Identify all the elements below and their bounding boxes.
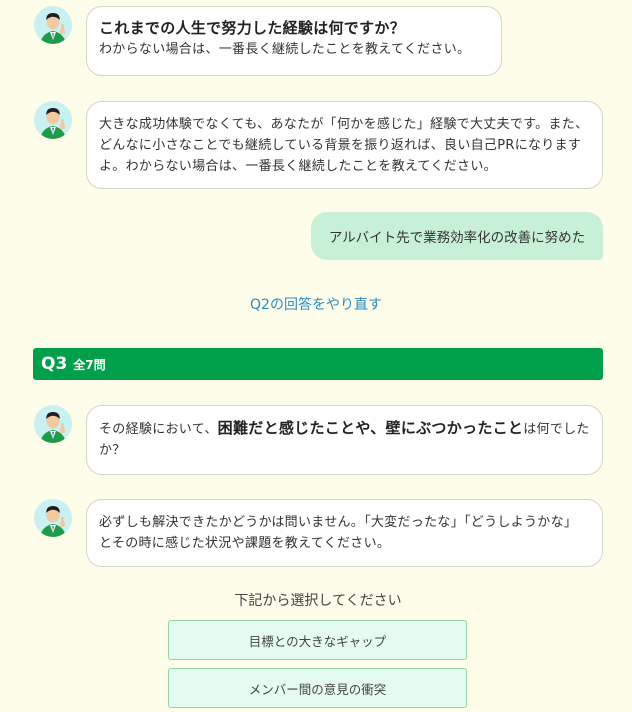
option-button[interactable]: 目標との大きなギャップ xyxy=(168,620,467,660)
select-prompt: 下記から選択してください xyxy=(234,593,402,609)
user-answer-text: アルバイト先で業務効率化の改善に努めた xyxy=(328,230,586,246)
question-text-pre: その経験において、 xyxy=(99,422,218,437)
advisor-avatar-icon xyxy=(34,101,72,139)
advisor-avatar-icon xyxy=(34,499,72,537)
question-text-emphasis: 困難だと感じたことや、壁にぶつかったこと xyxy=(217,419,524,437)
question-bubble-q3: その経験において、困難だと感じたことや、壁にぶつかったことは何でしたか？ xyxy=(86,405,603,475)
question-title-q2: これまでの人生で努力した経験は何ですか？ xyxy=(99,19,406,37)
question-bubble-q2: これまでの人生で努力した経験は何ですか？ わからない場合は、一番長く継続したこと… xyxy=(86,6,502,76)
option-button[interactable]: メンバー間の意見の衝突 xyxy=(168,668,467,708)
question-number: Q3 xyxy=(41,354,68,374)
question-total-count: 全7問 xyxy=(73,357,106,372)
advisor-avatar-icon xyxy=(34,6,72,44)
advisor-avatar-icon xyxy=(34,405,72,443)
hint-bubble-q2: 大きな成功体験でなくても、あなたが「何かを感じた」経験で大丈夫です。また、どんな… xyxy=(86,101,603,189)
redo-q2-link[interactable]: Q2の回答をやり直す xyxy=(0,294,632,314)
question-header-q3: Q3 全7問 xyxy=(33,348,603,380)
user-answer-bubble: アルバイト先で業務効率化の改善に努めた xyxy=(311,212,603,260)
hint-bubble-q3: 必ずしも解決できたかどうかは問いません。「大変だったな」「どうしようかな」とその… xyxy=(86,499,603,567)
hint-text-q3: 必ずしも解決できたかどうかは問いません。「大変だったな」「どうしようかな」とその… xyxy=(99,515,578,551)
question-subtext-q2: わからない場合は、一番長く継続したことを教えてください。 xyxy=(99,42,471,57)
hint-text-q2: 大きな成功体験でなくても、あなたが「何かを感じた」経験で大丈夫です。また、どんな… xyxy=(99,117,589,174)
